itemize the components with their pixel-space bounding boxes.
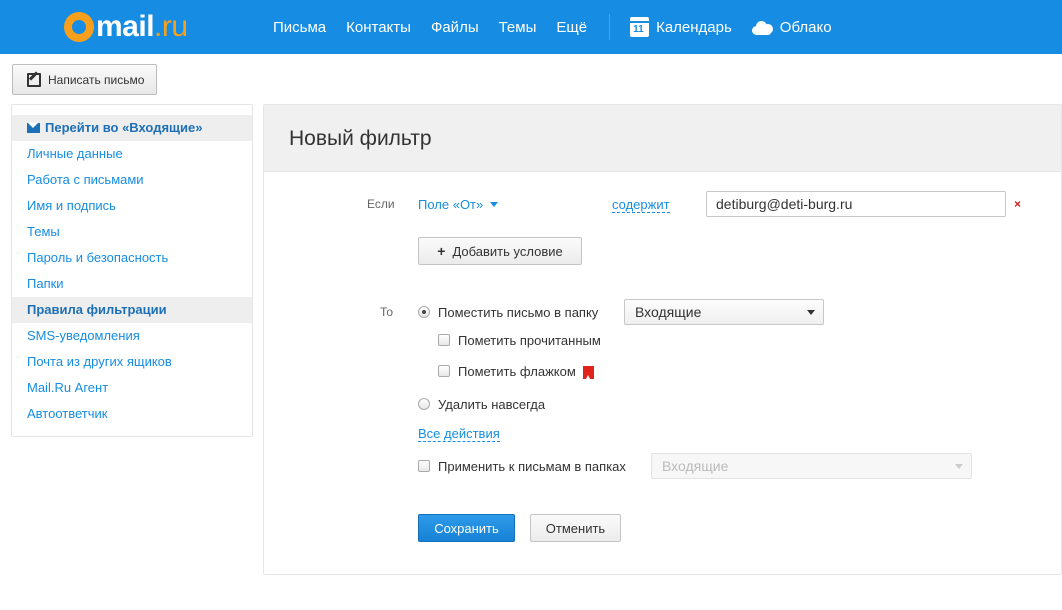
nav-calendar[interactable]: 11 Календарь bbox=[630, 17, 732, 37]
sidebar-item-password-security[interactable]: Пароль и безопасность bbox=[12, 245, 252, 271]
condition-value-input[interactable] bbox=[706, 191, 1006, 217]
sidebar-item-themes[interactable]: Темы bbox=[12, 219, 252, 245]
sidebar-item-autoresponder[interactable]: Автоответчик bbox=[12, 401, 252, 427]
mark-read-checkbox[interactable] bbox=[438, 334, 450, 346]
envelope-icon bbox=[27, 123, 40, 133]
nav-more[interactable]: Ещё bbox=[556, 19, 587, 36]
chevron-down-icon bbox=[807, 310, 815, 315]
cancel-button[interactable]: Отменить bbox=[530, 514, 621, 542]
apply-to-folders-label[interactable]: Применить к письмам в папках bbox=[438, 459, 626, 474]
delete-forever-label[interactable]: Удалить навсегда bbox=[438, 397, 545, 412]
chevron-down-icon bbox=[490, 202, 499, 207]
sidebar-item-other-mailboxes[interactable]: Почта из других ящиков bbox=[12, 349, 252, 375]
field-dropdown-label: Поле «От» bbox=[418, 197, 484, 212]
nav-calendar-label: Календарь bbox=[656, 18, 732, 36]
delete-forever-radio[interactable] bbox=[418, 398, 430, 410]
then-label: То bbox=[380, 305, 394, 319]
compose-button[interactable]: Написать письмо bbox=[12, 64, 157, 95]
mark-flag-label[interactable]: Пометить флажком bbox=[458, 364, 576, 379]
sidebar-item-filter-rules[interactable]: Правила фильтрации bbox=[12, 297, 252, 323]
cloud-icon bbox=[751, 19, 774, 35]
nav-cloud-label: Облако bbox=[779, 18, 832, 36]
flag-icon bbox=[583, 366, 594, 379]
save-button[interactable]: Сохранить bbox=[418, 514, 515, 542]
move-to-folder-label[interactable]: Поместить письмо в папку bbox=[438, 305, 598, 320]
top-header: mail.ru Письма Контакты Файлы Темы Ещё 1… bbox=[0, 0, 1062, 54]
pencil-icon bbox=[27, 72, 41, 87]
nav-divider bbox=[609, 14, 611, 40]
if-label: Если bbox=[367, 197, 395, 211]
nav-contacts[interactable]: Контакты bbox=[346, 19, 411, 36]
sidebar-go-to-inbox[interactable]: Перейти во «Входящие» bbox=[12, 115, 252, 141]
add-condition-button[interactable]: + Добавить условие bbox=[418, 237, 582, 265]
folder-select[interactable]: Входящие bbox=[624, 299, 824, 325]
all-actions-link[interactable]: Все действия bbox=[418, 426, 500, 442]
logo-text: mail.ru bbox=[96, 10, 188, 43]
sidebar-item-folders[interactable]: Папки bbox=[12, 271, 252, 297]
apply-folder-select: Входящие bbox=[651, 453, 972, 479]
nav-letters[interactable]: Письма bbox=[273, 19, 326, 36]
sidebar-item-sms[interactable]: SMS-уведомления bbox=[12, 323, 252, 349]
sidebar-item-mail-settings[interactable]: Работа с письмами bbox=[12, 167, 252, 193]
remove-condition-icon[interactable]: × bbox=[1014, 197, 1021, 211]
mark-flag-checkbox[interactable] bbox=[438, 365, 450, 377]
folder-select-value: Входящие bbox=[635, 304, 702, 320]
add-condition-label: Добавить условие bbox=[452, 243, 563, 259]
mailru-logo[interactable]: mail.ru bbox=[64, 9, 188, 45]
apply-to-folders-checkbox[interactable] bbox=[418, 460, 430, 472]
sidebar-inbox-label: Перейти во «Входящие» bbox=[45, 120, 203, 135]
page-title: Новый фильтр bbox=[289, 127, 432, 150]
nav-files[interactable]: Файлы bbox=[431, 19, 479, 36]
move-to-folder-radio[interactable] bbox=[418, 306, 430, 318]
plus-icon: + bbox=[437, 243, 446, 259]
main-nav: Письма Контакты Файлы Темы Ещё 11 Календ… bbox=[273, 0, 852, 54]
at-sign-icon bbox=[64, 12, 94, 42]
sidebar-item-agent[interactable]: Mail.Ru Агент bbox=[12, 375, 252, 401]
sidebar-item-personal-data[interactable]: Личные данные bbox=[12, 141, 252, 167]
nav-themes[interactable]: Темы bbox=[499, 19, 537, 36]
apply-folder-select-value: Входящие bbox=[662, 458, 729, 474]
filter-panel: Новый фильтр Если Поле «От» содержит × +… bbox=[263, 104, 1062, 575]
chevron-down-icon bbox=[955, 464, 963, 469]
field-dropdown[interactable]: Поле «От» bbox=[418, 197, 499, 212]
nav-cloud[interactable]: Облако bbox=[751, 18, 832, 36]
compose-label: Написать письмо bbox=[48, 72, 145, 87]
sidebar-item-name-signature[interactable]: Имя и подпись bbox=[12, 193, 252, 219]
calendar-icon: 11 bbox=[630, 17, 650, 37]
mark-read-label[interactable]: Пометить прочитанным bbox=[458, 333, 601, 348]
operator-dropdown[interactable]: содержит bbox=[612, 197, 670, 213]
settings-sidebar: Перейти во «Входящие» Личные данные Рабо… bbox=[11, 104, 253, 437]
